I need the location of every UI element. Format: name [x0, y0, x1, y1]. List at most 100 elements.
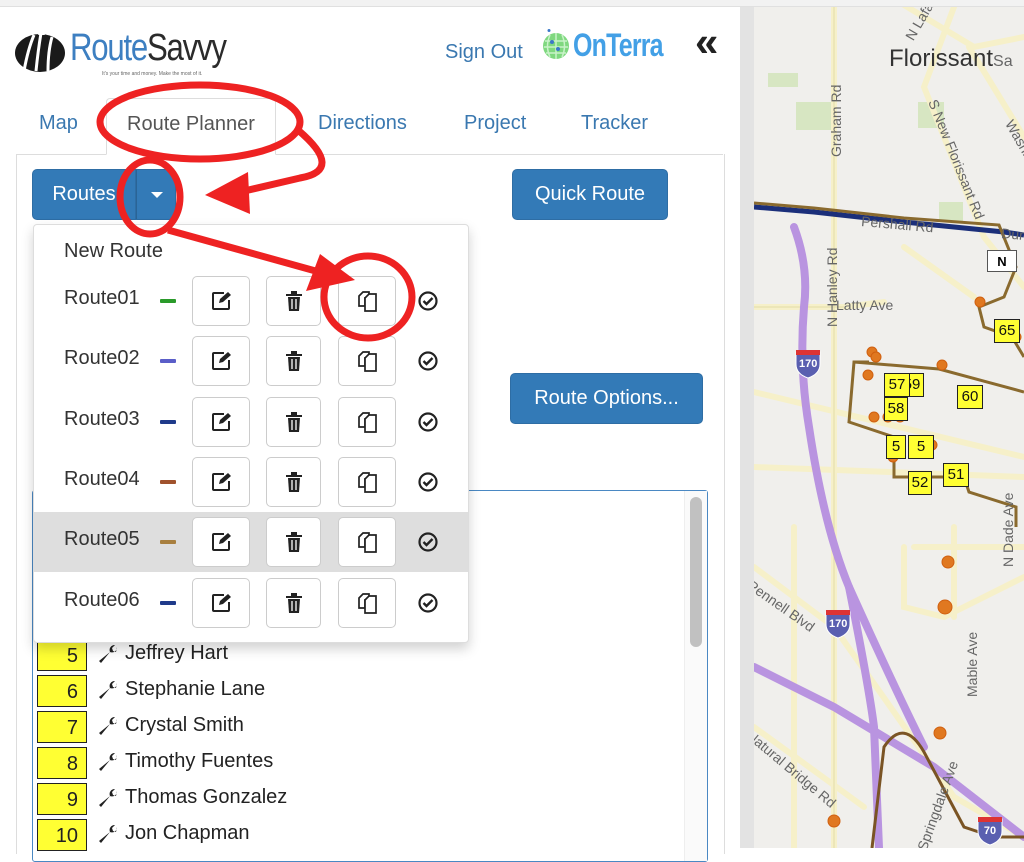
map-stop-marker[interactable]: 52 — [908, 471, 932, 495]
copy-route-button[interactable] — [338, 456, 396, 507]
routes-dropdown-menu: New Route Route01 Route02 Route03 Route04 Ro… — [33, 224, 469, 643]
route-options-button[interactable]: Route Options... — [510, 373, 703, 424]
edit-route-button[interactable] — [192, 577, 250, 628]
delete-route-button[interactable] — [266, 336, 321, 387]
stop-number-badge: 9 — [37, 783, 87, 815]
edit-route-button[interactable] — [192, 456, 250, 507]
wrench-icon — [97, 679, 119, 701]
check-circle-icon[interactable] — [418, 592, 438, 618]
map-stop-marker[interactable]: 5 — [908, 435, 934, 459]
delete-route-button[interactable] — [266, 396, 321, 447]
stop-list-item[interactable]: 9 Thomas Gonzalez — [37, 783, 437, 817]
edit-route-button[interactable] — [192, 517, 250, 568]
route-name[interactable]: Route01 — [64, 287, 140, 310]
new-route-item[interactable]: New Route — [64, 240, 163, 263]
stop-list-item[interactable]: 8 Timothy Fuentes — [37, 747, 437, 781]
city-name: Florissant — [889, 45, 994, 72]
logo-text-route: Route — [70, 27, 148, 69]
route-menu-item[interactable]: Route03 — [34, 392, 468, 452]
route-color-swatch — [160, 540, 176, 545]
stop-list-item[interactable]: 5 Jeffrey Hart — [37, 639, 437, 673]
delete-route-button[interactable] — [266, 276, 321, 326]
route-menu-item[interactable]: Route02 — [34, 331, 468, 391]
wrench-icon — [97, 787, 119, 809]
quick-route-button[interactable]: Quick Route — [512, 169, 668, 220]
route-color-swatch — [160, 299, 176, 303]
tab-project[interactable]: Project — [464, 98, 526, 153]
edit-route-button[interactable] — [192, 276, 250, 326]
route-name[interactable]: Route03 — [64, 408, 140, 431]
stop-list-scrollbar[interactable] — [684, 491, 707, 861]
tab-directions[interactable]: Directions — [318, 98, 407, 153]
stop-list-item[interactable]: 7 Crystal Smith — [37, 711, 437, 745]
map-stop-marker[interactable]: 60 — [957, 385, 983, 409]
street-label: Mable Ave — [964, 631, 980, 697]
route-menu-item[interactable]: Route06 — [34, 573, 468, 633]
wrench-icon — [97, 751, 119, 773]
main-tabs: Map Route Planner Directions Project Tra… — [16, 98, 723, 155]
logo-road-icon — [15, 29, 65, 72]
globe-icon — [543, 29, 569, 59]
map-stop-marker[interactable]: 65 — [994, 319, 1020, 343]
panel-splitter[interactable] — [740, 7, 754, 848]
edit-route-button[interactable] — [192, 396, 250, 447]
check-circle-icon[interactable] — [418, 532, 438, 557]
street-label: Graham Rd — [828, 84, 844, 157]
browser-top-strip — [0, 0, 1024, 7]
stop-number-badge: 7 — [37, 711, 87, 743]
collapse-panel-icon[interactable]: « — [695, 21, 719, 63]
route-name[interactable]: Route05 — [64, 528, 140, 551]
check-circle-icon[interactable] — [418, 291, 438, 316]
route-menu-item[interactable]: Route05 — [34, 512, 468, 573]
map-stop-marker[interactable]: 51 — [943, 463, 969, 487]
copy-route-button[interactable] — [338, 517, 396, 568]
map-stop-marker[interactable]: 58 — [884, 397, 908, 421]
check-circle-icon[interactable] — [418, 351, 438, 376]
delete-route-button[interactable] — [266, 456, 321, 507]
tab-route-planner[interactable]: Route Planner — [106, 98, 276, 155]
copy-route-button[interactable] — [338, 396, 396, 447]
stop-name: Crystal Smith — [125, 714, 244, 736]
map-stop-marker[interactable]: 5 — [886, 435, 906, 459]
check-circle-icon[interactable] — [418, 472, 438, 497]
stop-name: Timothy Fuentes — [125, 750, 274, 772]
delete-route-button[interactable] — [266, 517, 321, 568]
onterra-wordmark: OnTerra — [573, 27, 664, 63]
route-menu-item[interactable]: Route04 — [34, 452, 468, 512]
copy-route-button[interactable] — [338, 276, 396, 326]
route-color-swatch — [160, 479, 176, 484]
stop-name: Stephanie Lane — [125, 678, 266, 700]
tab-map[interactable]: Map — [39, 98, 78, 153]
stop-number-badge: 6 — [37, 675, 87, 707]
route-name[interactable]: Route02 — [64, 347, 140, 370]
street-label: N Hanley Rd — [824, 247, 840, 327]
street-label: Latty Ave — [836, 297, 894, 313]
map-view[interactable]: FlorissantSa N Lafayette Graham Rd S New… — [754, 7, 1024, 848]
route-name[interactable]: Route06 — [64, 589, 140, 612]
route-menu-item[interactable]: Route01 — [34, 271, 468, 331]
copy-route-button[interactable] — [338, 577, 396, 628]
route-name[interactable]: Route04 — [64, 468, 140, 491]
stop-name: Thomas Gonzalez — [125, 786, 288, 808]
sign-out-link[interactable]: Sign Out — [445, 41, 523, 64]
routesavvy-logo: RouteSavvy It's your time and money. Mak… — [14, 25, 234, 77]
stop-number-badge: 5 — [37, 639, 87, 671]
check-circle-icon[interactable] — [418, 411, 438, 437]
logo-wordmark: RouteSavvy — [70, 27, 227, 70]
map-stop-marker[interactable]: 57 — [884, 373, 910, 397]
highway-170-label: 170 — [829, 618, 848, 630]
wrench-icon — [97, 715, 119, 737]
route-color-swatch — [160, 359, 176, 364]
wrench-icon — [97, 823, 119, 845]
street-label: Dunn — [1000, 225, 1024, 244]
routes-dropdown-toggle[interactable] — [136, 169, 176, 220]
edit-route-button[interactable] — [192, 336, 250, 387]
tab-tracker[interactable]: Tracker — [581, 98, 648, 153]
delete-route-button[interactable] — [266, 577, 321, 628]
stop-list-item[interactable]: 6 Stephanie Lane — [37, 675, 437, 709]
north-arrow: N — [987, 250, 1017, 272]
route-color-swatch — [160, 419, 176, 424]
copy-route-button[interactable] — [338, 336, 396, 387]
scrollbar-thumb[interactable] — [690, 497, 702, 647]
routes-button[interactable]: Routes — [32, 169, 136, 220]
